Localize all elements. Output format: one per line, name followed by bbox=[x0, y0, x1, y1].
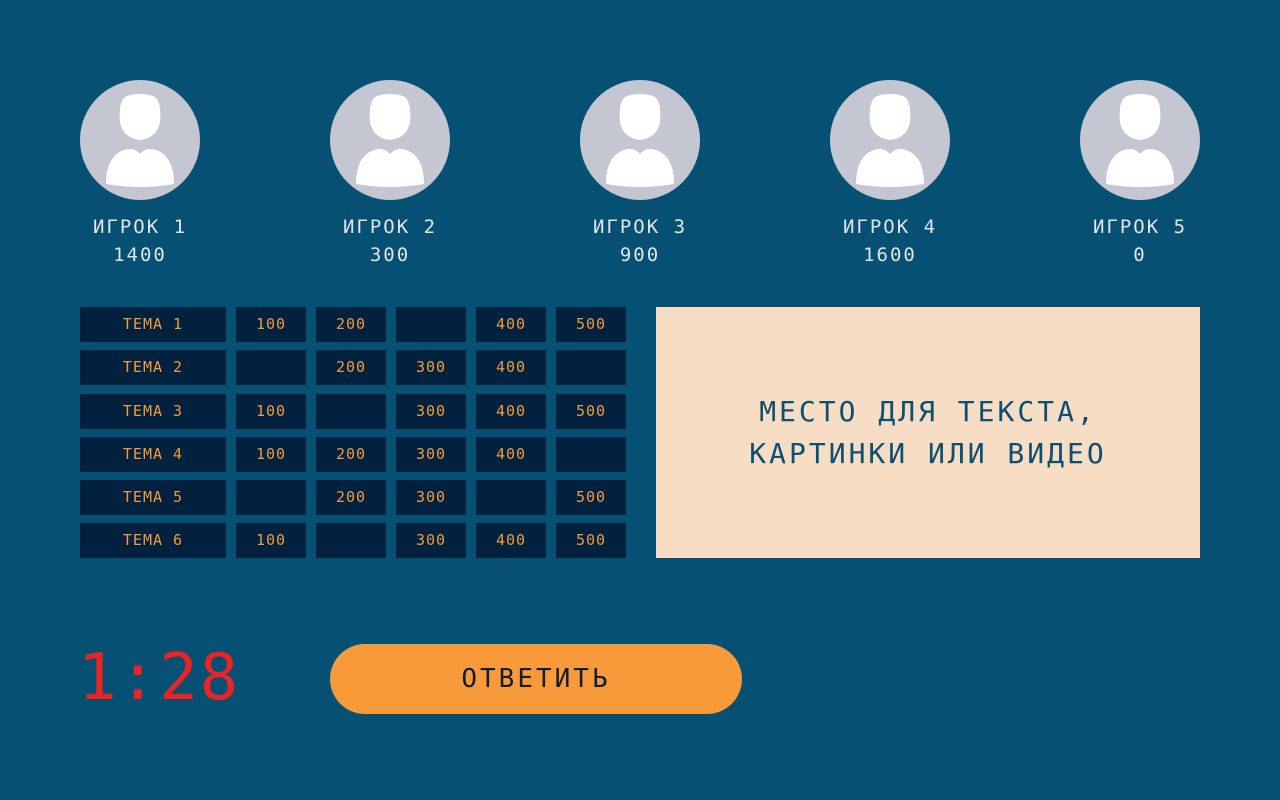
question-cell[interactable]: 200 bbox=[316, 437, 386, 472]
question-cell[interactable] bbox=[316, 394, 386, 429]
question-cell[interactable]: 500 bbox=[556, 523, 626, 558]
user-silhouette-icon bbox=[856, 94, 924, 187]
player-card-5: ИГРОК 5 0 bbox=[1070, 80, 1210, 267]
question-cell[interactable] bbox=[476, 480, 546, 515]
question-cell[interactable] bbox=[396, 307, 466, 342]
question-cell[interactable]: 300 bbox=[396, 350, 466, 385]
player-score: 1400 bbox=[113, 244, 167, 266]
question-cell[interactable]: 400 bbox=[476, 394, 546, 429]
player-score: 300 bbox=[369, 244, 411, 266]
question-cell[interactable]: 300 bbox=[396, 437, 466, 472]
player-name: ИГРОК 4 bbox=[842, 216, 938, 238]
player-score: 1600 bbox=[863, 244, 917, 266]
player-score: 900 bbox=[619, 244, 661, 266]
question-cell[interactable]: 200 bbox=[316, 350, 386, 385]
display-text: МЕСТО ДЛЯ ТЕКСТА, КАРТИНКИ ИЛИ ВИДЕО bbox=[749, 391, 1106, 475]
question-cell[interactable] bbox=[556, 350, 626, 385]
player-avatar bbox=[330, 80, 450, 200]
question-cell[interactable]: 200 bbox=[316, 307, 386, 342]
question-cell[interactable] bbox=[236, 480, 306, 515]
player-name: ИГРОК 3 bbox=[592, 216, 688, 238]
question-display: МЕСТО ДЛЯ ТЕКСТА, КАРТИНКИ ИЛИ ВИДЕО bbox=[656, 307, 1200, 558]
question-cell[interactable]: 300 bbox=[396, 480, 466, 515]
question-cell[interactable]: 100 bbox=[236, 437, 306, 472]
topic-label: ТЕМА 3 bbox=[80, 394, 226, 429]
question-cell[interactable]: 200 bbox=[316, 480, 386, 515]
player-card-2: ИГРОК 2 300 bbox=[320, 80, 460, 267]
display-line-2: КАРТИНКИ ИЛИ ВИДЕО bbox=[749, 436, 1107, 470]
question-cell[interactable]: 400 bbox=[476, 307, 546, 342]
player-avatar bbox=[580, 80, 700, 200]
user-silhouette-icon bbox=[1106, 94, 1174, 187]
player-avatar bbox=[80, 80, 200, 200]
player-card-3: ИГРОК 3 900 bbox=[570, 80, 710, 267]
player-card-4: ИГРОК 4 1600 bbox=[820, 80, 960, 267]
question-cell[interactable]: 500 bbox=[556, 480, 626, 515]
player-name: ИГРОК 2 bbox=[342, 216, 438, 238]
user-silhouette-icon bbox=[106, 94, 174, 187]
question-cell[interactable]: 400 bbox=[476, 437, 546, 472]
players-panel: ИГРОК 1 1400 ИГРОК 2 300 ИГРОК 3 900 ИГР… bbox=[0, 80, 1280, 270]
player-card-1: ИГРОК 1 1400 bbox=[70, 80, 210, 267]
board-row-3: ТЕМА 3 100 300 400 500 bbox=[80, 394, 626, 429]
question-cell[interactable]: 500 bbox=[556, 307, 626, 342]
player-score: 0 bbox=[1133, 244, 1147, 266]
question-cell[interactable] bbox=[316, 523, 386, 558]
topic-label: ТЕМА 1 bbox=[80, 307, 226, 342]
topic-label: ТЕМА 6 bbox=[80, 523, 226, 558]
board-row-4: ТЕМА 4 100 200 300 400 bbox=[80, 437, 626, 472]
question-cell[interactable] bbox=[236, 350, 306, 385]
player-avatar bbox=[1080, 80, 1200, 200]
user-silhouette-icon bbox=[356, 94, 424, 187]
display-line-1: МЕСТО ДЛЯ ТЕКСТА, bbox=[759, 394, 1097, 428]
question-cell[interactable]: 300 bbox=[396, 523, 466, 558]
board-row-2: ТЕМА 2 200 300 400 bbox=[80, 350, 626, 385]
board-row-6: ТЕМА 6 100 300 400 500 bbox=[80, 523, 626, 558]
question-cell[interactable] bbox=[556, 437, 626, 472]
question-cell[interactable]: 500 bbox=[556, 394, 626, 429]
topic-label: ТЕМА 2 bbox=[80, 350, 226, 385]
player-name: ИГРОК 5 bbox=[1092, 216, 1188, 238]
question-cell[interactable]: 400 bbox=[476, 523, 546, 558]
player-name: ИГРОК 1 bbox=[92, 216, 188, 238]
question-cell[interactable]: 100 bbox=[236, 307, 306, 342]
user-silhouette-icon bbox=[606, 94, 674, 187]
answer-button[interactable]: ОТВЕТИТЬ bbox=[330, 644, 742, 714]
question-cell[interactable]: 100 bbox=[236, 394, 306, 429]
topic-label: ТЕМА 4 bbox=[80, 437, 226, 472]
question-cell[interactable]: 100 bbox=[236, 523, 306, 558]
countdown-timer: 1:28 bbox=[78, 641, 241, 715]
board-row-1: ТЕМА 1 100 200 400 500 bbox=[80, 307, 626, 342]
player-avatar bbox=[830, 80, 950, 200]
board-row-5: ТЕМА 5 200 300 500 bbox=[80, 480, 626, 515]
question-cell[interactable]: 400 bbox=[476, 350, 546, 385]
question-cell[interactable]: 300 bbox=[396, 394, 466, 429]
topic-label: ТЕМА 5 bbox=[80, 480, 226, 515]
